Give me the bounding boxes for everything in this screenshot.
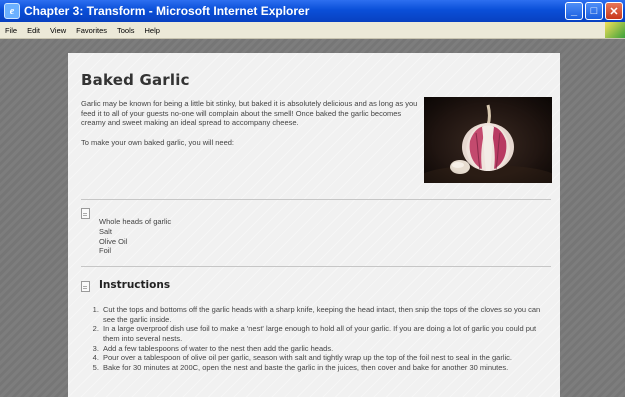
maximize-icon[interactable]: □ — [585, 2, 603, 20]
menu-help[interactable]: Help — [140, 26, 165, 35]
minimize-icon[interactable]: _ — [565, 2, 583, 20]
list-item: Olive Oil — [99, 236, 128, 246]
list-item: In a large overproof dish use foil to ma… — [101, 324, 548, 343]
list-item: Salt — [99, 226, 112, 236]
ingredients-section: Whole heads of garlic Salt Olive Oil Foi… — [81, 200, 548, 266]
list-item: Foil — [99, 246, 112, 256]
document-icon — [81, 208, 90, 219]
menu-file[interactable]: File — [0, 26, 22, 35]
title-bar[interactable]: e Chapter 3: Transform - Microsoft Inter… — [0, 0, 625, 22]
intro-text: Garlic may be known for being a little b… — [81, 99, 418, 128]
instructions-header: Instructions — [81, 267, 548, 297]
menu-edit[interactable]: Edit — [22, 26, 45, 35]
windows-logo-icon — [605, 22, 625, 38]
instructions-list: Cut the tops and bottoms off the garlic … — [81, 305, 548, 372]
garlic-photo — [424, 97, 552, 183]
document-icon — [81, 281, 90, 293]
menu-view[interactable]: View — [45, 26, 71, 35]
list-item: Whole heads of garlic — [99, 217, 172, 226]
instructions-heading: Instructions — [99, 279, 171, 292]
list-item: Add a few tablespoons of water to the ne… — [101, 344, 548, 354]
ingredients-list: Whole heads of garlic Salt Olive Oil Foi… — [81, 208, 548, 256]
browser-viewport[interactable]: Baked Garlic Garlic may be known for bei… — [0, 39, 625, 397]
ie-icon: e — [4, 3, 20, 19]
menu-tools[interactable]: Tools — [112, 26, 140, 35]
need-text: To make your own baked garlic, you will … — [81, 137, 234, 147]
window-controls: _ □ ✕ — [565, 2, 623, 20]
window-title: Chapter 3: Transform - Microsoft Interne… — [24, 4, 310, 18]
close-icon[interactable]: ✕ — [605, 2, 623, 20]
list-item: Cut the tops and bottoms off the garlic … — [101, 305, 548, 324]
recipe-page: Baked Garlic Garlic may be known for bei… — [68, 53, 560, 397]
intro-section: Garlic may be known for being a little b… — [81, 97, 552, 199]
menu-favorites[interactable]: Favorites — [71, 26, 112, 35]
list-item: Bake for 30 minutes at 200C, open the ne… — [101, 363, 548, 373]
menu-bar: File Edit View Favorites Tools Help — [0, 22, 625, 39]
list-item: Pour over a tablespoon of olive oil per … — [101, 353, 548, 363]
page-title: Baked Garlic — [81, 71, 190, 89]
